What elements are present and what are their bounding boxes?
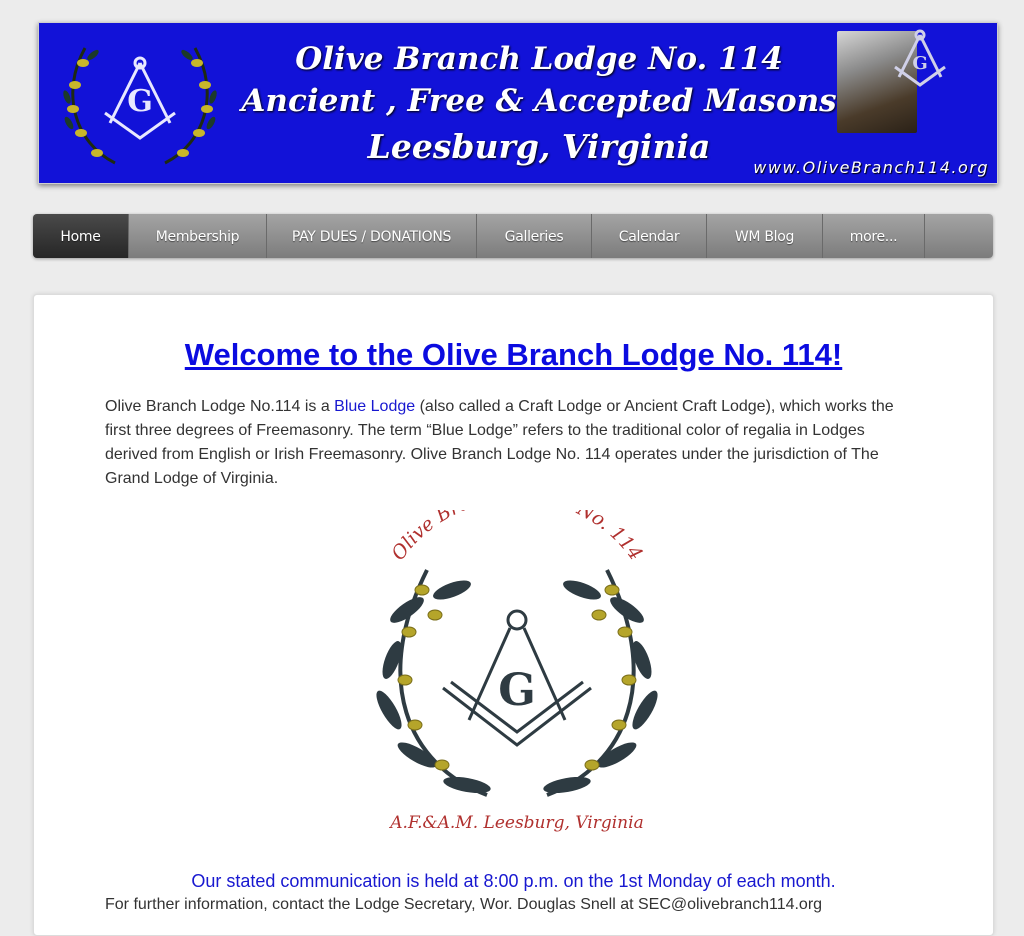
- square-compass-wreath-icon: G: [63, 47, 217, 165]
- logo-bottom-text: A.F.&A.M. Leesburg, Virginia: [388, 813, 643, 833]
- site-banner[interactable]: G Olive Branch Lodge No. 114 Ancient , F…: [38, 22, 998, 184]
- nav-more[interactable]: more...: [823, 214, 925, 258]
- svg-text:G: G: [498, 665, 536, 716]
- intro-paragraph: Olive Branch Lodge No.114 is a Blue Lodg…: [105, 395, 905, 491]
- nav-pay-dues[interactable]: PAY DUES / DONATIONS: [267, 214, 477, 258]
- banner-url: www.OliveBranch114.org: [753, 158, 989, 177]
- nav-calendar[interactable]: Calendar: [592, 214, 707, 258]
- main-nav: Home Membership PAY DUES / DONATIONS Gal…: [33, 214, 993, 258]
- square-compass-icon: G: [894, 29, 946, 87]
- logo-arc-text: Olive Branch Lodge No. 114: [387, 510, 647, 565]
- banner-title-line1: Olive Branch Lodge No. 114: [295, 41, 783, 77]
- nav-galleries[interactable]: Galleries: [477, 214, 592, 258]
- svg-text:G: G: [912, 53, 927, 74]
- page-title[interactable]: Welcome to the Olive Branch Lodge No. 11…: [34, 337, 993, 373]
- contact-info: For further information, contact the Lod…: [105, 896, 823, 913]
- nav-home[interactable]: Home: [33, 214, 129, 258]
- blue-lodge-link[interactable]: Blue Lodge: [334, 398, 415, 415]
- svg-text:G: G: [127, 84, 153, 119]
- main-content: Welcome to the Olive Branch Lodge No. 11…: [33, 294, 994, 936]
- stated-communication: Our stated communication is held at 8:00…: [191, 871, 836, 891]
- intro-text-start: Olive Branch Lodge No.114 is a: [105, 398, 335, 415]
- nav-wm-blog[interactable]: WM Blog: [707, 214, 823, 258]
- nav-membership[interactable]: Membership: [129, 214, 267, 258]
- banner-title-line2: Ancient , Free & Accepted Masons: [241, 83, 837, 119]
- banner-title-line3: Leesburg, Virginia: [367, 127, 711, 166]
- lodge-logo: Olive Branch Lodge No. 114: [376, 510, 658, 833]
